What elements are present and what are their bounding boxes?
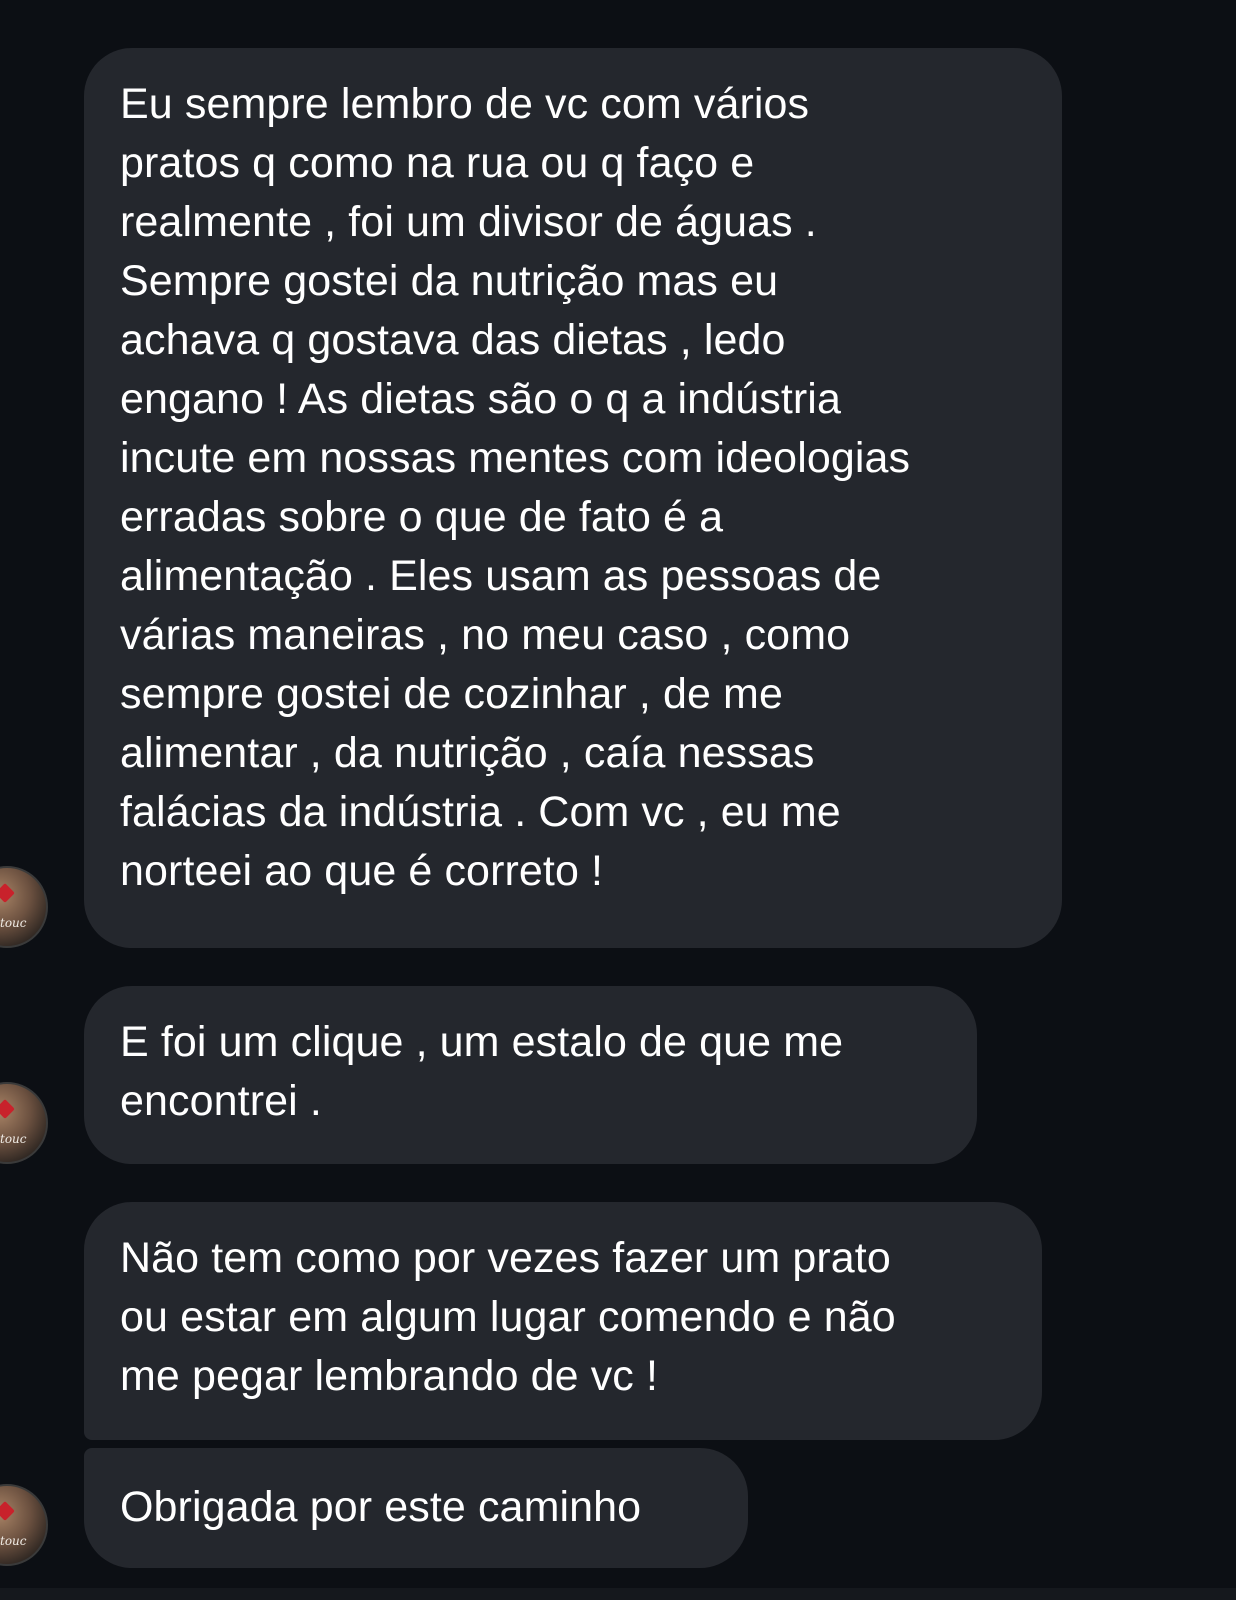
heart-icon	[0, 1501, 15, 1521]
sender-avatar[interactable]: touc	[0, 866, 48, 948]
message-thread: Eu sempre lembro de vc com vários pratos…	[0, 0, 1236, 1600]
sender-avatar[interactable]: touc	[0, 1484, 48, 1566]
heart-icon	[0, 1099, 15, 1119]
message-bubble[interactable]: E foi um clique , um estalo de que me en…	[84, 986, 977, 1164]
avatar-label: touc	[0, 1132, 27, 1146]
message-bubble[interactable]: Eu sempre lembro de vc com vários pratos…	[84, 48, 1062, 948]
message-bubble[interactable]: Obrigada por este caminho	[84, 1448, 748, 1568]
heart-icon	[0, 883, 15, 903]
sender-avatar[interactable]: touc	[0, 1082, 48, 1164]
avatar-label: touc	[0, 1534, 27, 1548]
message-bubble[interactable]: Não tem como por vezes fazer um prato ou…	[84, 1202, 1042, 1440]
avatar-label: touc	[0, 916, 27, 930]
composer-bar-edge	[0, 1588, 1236, 1600]
